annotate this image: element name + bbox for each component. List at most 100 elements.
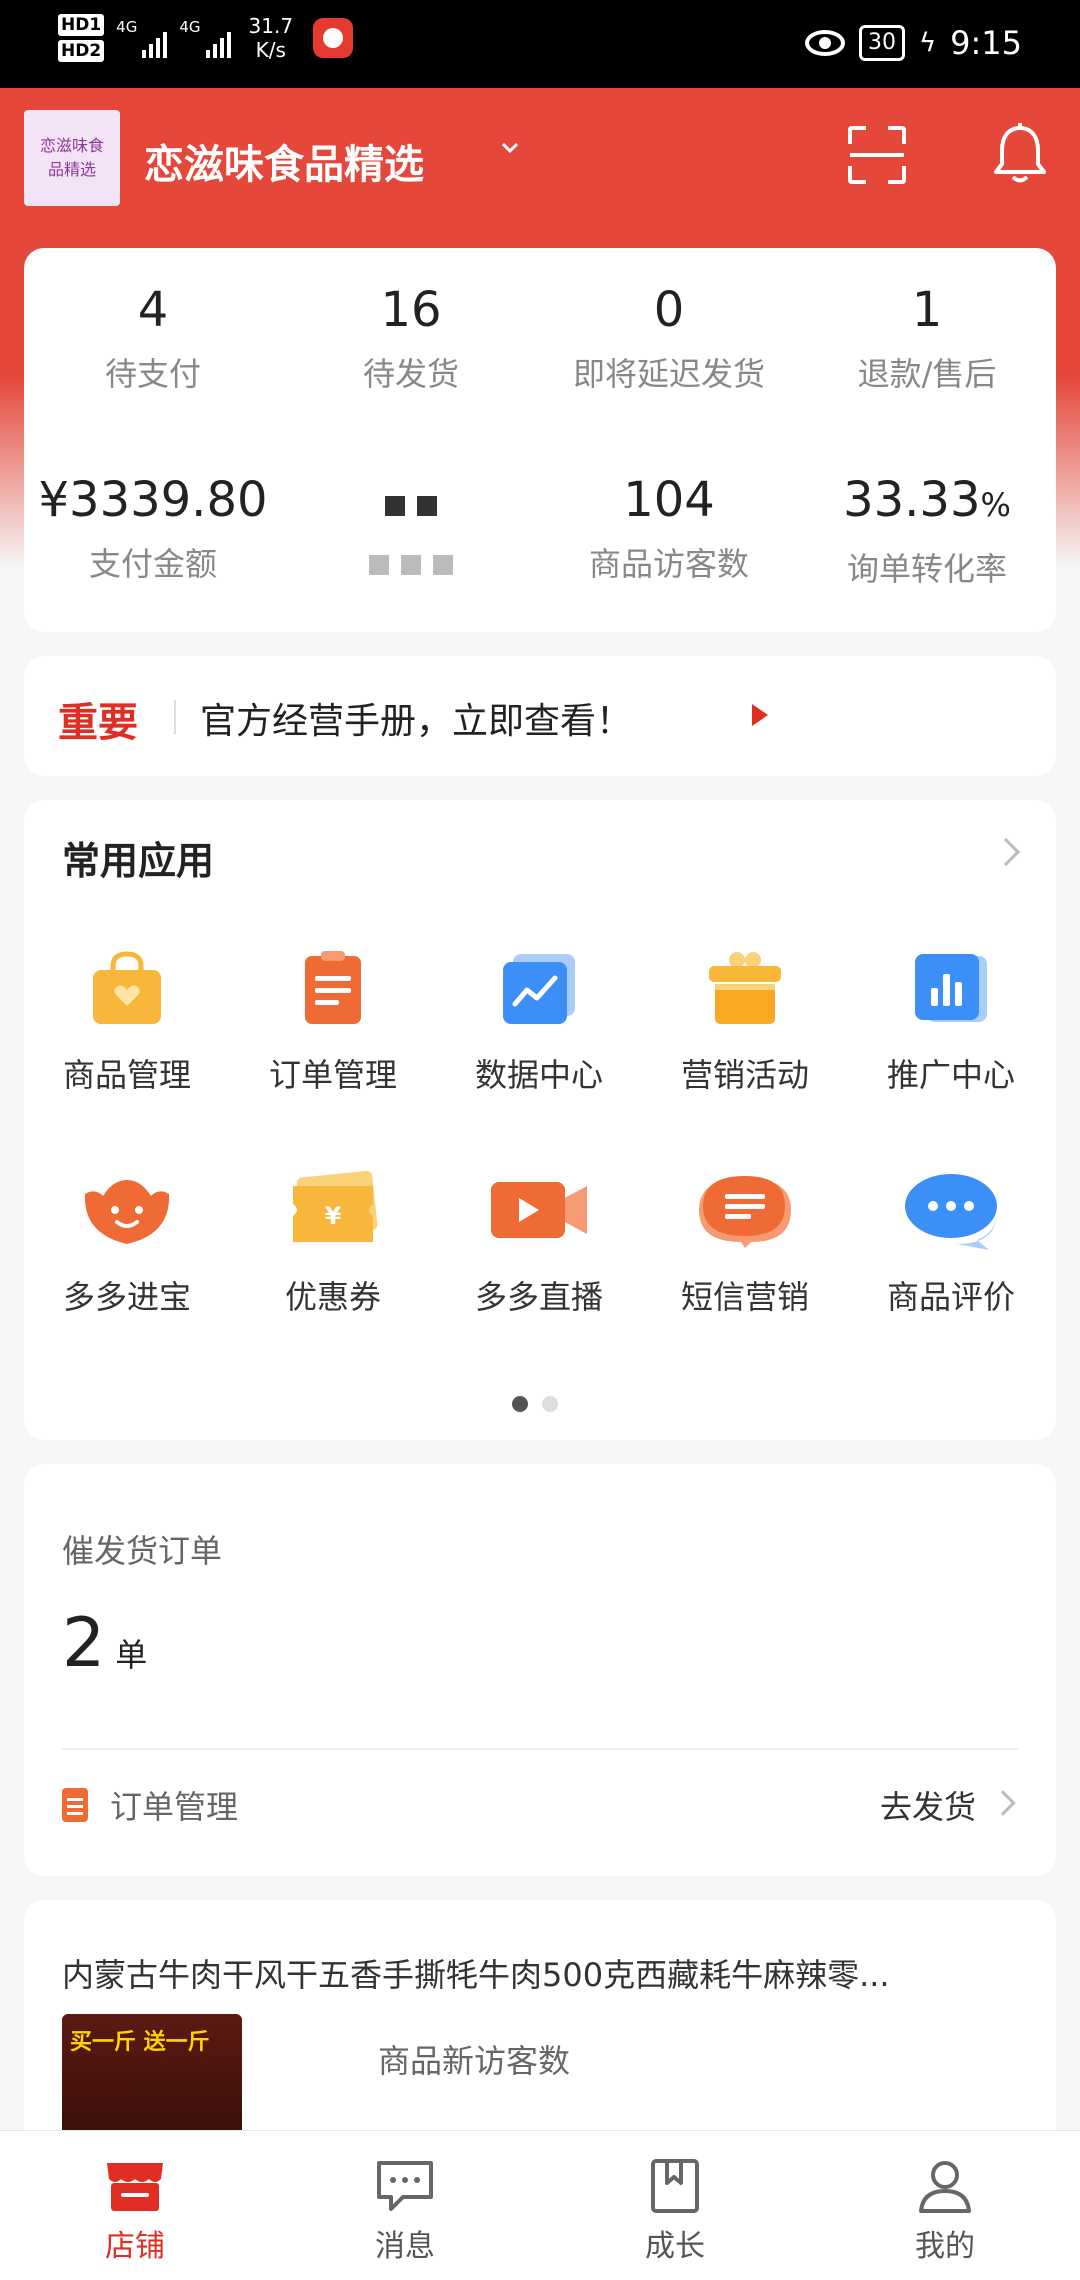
bar-chart-icon [915, 954, 987, 1022]
app-coupon[interactable]: ¥ 优惠券 [230, 1170, 436, 1318]
ingot-icon [84, 1180, 170, 1244]
stat-payment-amount[interactable]: ¥3339.80 支付金额 [24, 470, 282, 586]
app-label: 订单管理 [268, 1056, 397, 1094]
chart-line-icon [503, 954, 575, 1024]
eye-comfort-icon [804, 30, 845, 56]
stat-pending-payment[interactable]: 4 待支付 [24, 280, 282, 396]
stat-label: 询单转化率 [846, 550, 1007, 588]
stat-value: 33.33 [843, 472, 981, 528]
message-bubble-icon [377, 2161, 433, 2211]
speed-value: 31.7 [248, 14, 294, 38]
urge-count-wrap[interactable]: 2单 [62, 1604, 147, 1683]
stat-value: 4 [137, 282, 169, 338]
scan-icon[interactable] [848, 126, 906, 184]
divider [174, 700, 176, 734]
page-dot [542, 1396, 558, 1412]
app-promotion-center[interactable]: 推广中心 [848, 948, 1054, 1096]
order-management-link[interactable]: 订单管理 [110, 1782, 238, 1828]
app-product-management[interactable]: 商品管理 [24, 948, 230, 1096]
stat-refund-aftersale[interactable]: 1 退款/售后 [798, 280, 1056, 396]
app-label: 营销活动 [680, 1056, 809, 1094]
common-apps-card: 常用应用 商品管理 订单管理 数据中心 营销活动 推广中心 多多进宝 ¥ 优惠券… [24, 800, 1056, 1440]
svg-text:¥: ¥ [325, 1202, 342, 1230]
speed-unit: K/s [255, 38, 286, 62]
tab-messages[interactable]: 消息 [270, 2131, 540, 2280]
status-bar: HD1 HD2 4G 4G 31.7 K/s 30 ϟ 9:15 [0, 0, 1080, 88]
chevron-down-icon[interactable] [500, 138, 520, 158]
tab-profile[interactable]: 我的 [810, 2131, 1080, 2280]
clock: 9:15 [950, 24, 1022, 62]
app-marketing[interactable]: 营销活动 [642, 948, 848, 1096]
stat-label: 支付金额 [88, 545, 217, 583]
app-screen: HD1 HD2 4G 4G 31.7 K/s 30 ϟ 9:15 恋滋味食 品精… [0, 0, 1080, 2280]
stat-label: 待发货 [362, 355, 459, 393]
stat-product-visitors[interactable]: 104 商品访客数 [540, 470, 798, 586]
tab-store[interactable]: 店铺 [0, 2131, 270, 2280]
clipboard-icon [62, 1788, 88, 1822]
shopping-bag-icon [93, 951, 161, 1024]
stats-card: 4 待支付 16 待发货 0 即将延迟发货 1 退款/售后 ¥3339.80 支… [24, 248, 1056, 632]
status-left: HD1 HD2 4G 4G 31.7 K/s [58, 14, 354, 62]
app-label: 数据中心 [474, 1056, 603, 1094]
video-icon [491, 1182, 587, 1238]
page-dot-active [512, 1396, 528, 1412]
product-title[interactable]: 内蒙古牛肉干风干五香手撕牦牛肉500克西藏耗牛麻辣零... [62, 1950, 1012, 1996]
person-icon [919, 2161, 971, 2213]
coupon-icon: ¥ [293, 1170, 378, 1242]
app-live-stream[interactable]: 多多直播 [436, 1170, 642, 1318]
app-duoduo-jinbao[interactable]: 多多进宝 [24, 1170, 230, 1318]
app-sms-marketing[interactable]: 短信营销 [642, 1170, 848, 1318]
product-image-text: 买一斤 送一斤 [70, 2030, 210, 2055]
network-speed: 31.7 K/s [249, 14, 294, 62]
notice-text: 官方经营手册，立即查看！ [200, 701, 633, 742]
app-label: 商品评价 [886, 1278, 1015, 1316]
bell-icon[interactable] [990, 122, 1050, 186]
battery-level: 30 [858, 25, 905, 61]
message-icon [699, 1176, 791, 1248]
chat-icon [905, 1174, 997, 1250]
urge-shipment-card: 催发货订单 2单 订单管理 去发货 [24, 1464, 1056, 1876]
bottom-tab-bar: 店铺 消息 成长 我的 [0, 2130, 1080, 2280]
ship-now-button[interactable]: 去发货 [880, 1782, 976, 1828]
notice-banner[interactable]: 重要 官方经营手册，立即查看！ [24, 656, 1056, 776]
shop-logo-line2: 品精选 [47, 160, 96, 179]
notice-tag: 重要 [58, 700, 138, 746]
stat-inquiry-conversion[interactable]: 33.33% 询单转化率 [798, 470, 1056, 591]
shop-header: 恋滋味食 品精选 恋滋味食品精选 [0, 88, 1080, 248]
app-label: 商品管理 [62, 1056, 191, 1094]
stat-redacted[interactable] [282, 470, 540, 586]
divider [62, 1748, 1018, 1750]
app-data-center[interactable]: 数据中心 [436, 948, 642, 1096]
shop-logo[interactable]: 恋滋味食 品精选 [24, 110, 120, 206]
app-product-reviews[interactable]: 商品评价 [848, 1170, 1054, 1318]
net2-label: 4G [179, 18, 201, 36]
stat-value: 1 [911, 282, 943, 338]
chevron-right-icon[interactable] [991, 837, 1021, 867]
product-metric-label: 商品新访客数 [378, 2042, 571, 2080]
redacted-value [282, 470, 540, 530]
clipboard-icon [305, 951, 361, 1024]
stat-label: 待支付 [104, 355, 201, 393]
chevron-right-icon[interactable] [990, 1790, 1016, 1816]
shop-name[interactable]: 恋滋味食品精选 [144, 132, 424, 190]
tab-label: 消息 [375, 2229, 435, 2264]
bookmark-book-icon [651, 2159, 699, 2213]
stat-value-wrap: 33.33% [798, 470, 1056, 535]
tab-growth[interactable]: 成长 [540, 2131, 810, 2280]
urge-unit: 单 [115, 1636, 148, 1674]
gift-icon [709, 952, 781, 1024]
section-title: 常用应用 [62, 839, 215, 883]
app-label: 多多进宝 [62, 1278, 191, 1316]
stat-label: 退款/售后 [857, 355, 997, 393]
tab-label: 我的 [915, 2229, 975, 2264]
hd-indicators: HD1 HD2 [58, 14, 105, 62]
page-indicator[interactable] [512, 1396, 558, 1412]
redacted-label [282, 542, 540, 586]
stat-label: 商品访客数 [588, 545, 749, 583]
urge-count: 2 [62, 1604, 106, 1683]
app-order-management[interactable]: 订单管理 [230, 948, 436, 1096]
stat-pending-shipment[interactable]: 16 待发货 [282, 280, 540, 396]
signal-2-icon: 4G [179, 18, 231, 58]
stat-value: 16 [380, 282, 442, 338]
stat-delayed-shipment[interactable]: 0 即将延迟发货 [540, 280, 798, 396]
